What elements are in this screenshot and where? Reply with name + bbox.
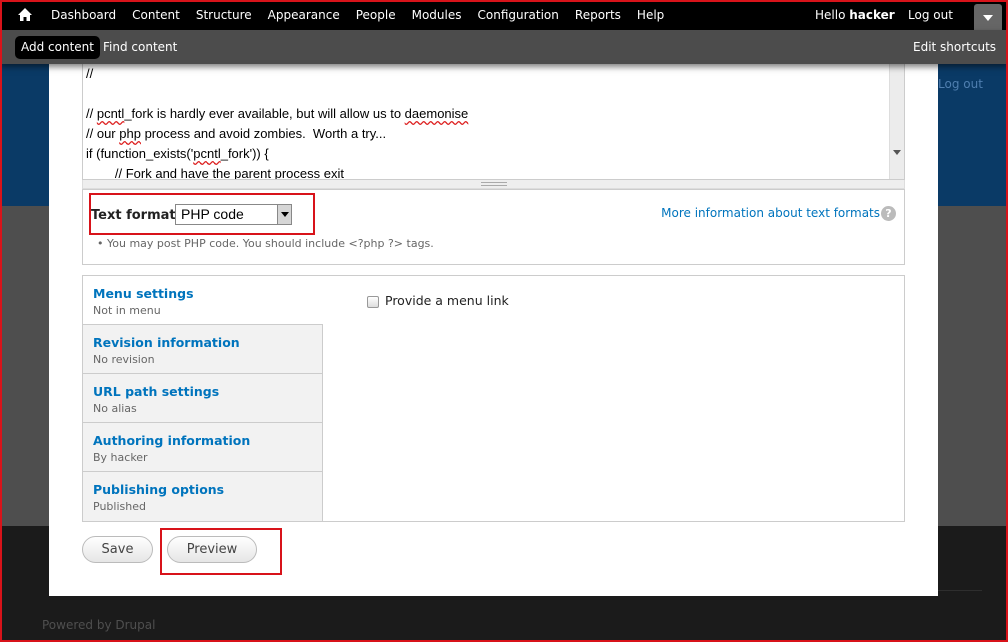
scroll-down-arrow-icon[interactable] — [893, 150, 901, 155]
save-button[interactable]: Save — [82, 536, 153, 563]
find-content-shortcut[interactable]: Find content — [103, 36, 177, 59]
home-icon[interactable] — [17, 7, 33, 23]
edit-shortcuts-link[interactable]: Edit shortcuts — [913, 36, 996, 59]
shortcuts-bar: Add content Find content Edit shortcuts — [0, 30, 1008, 64]
menu-item-reports[interactable]: Reports — [567, 0, 629, 30]
vtab-summary: Published — [93, 500, 146, 513]
menu-item-content[interactable]: Content — [124, 0, 188, 30]
grip-icon — [481, 182, 507, 186]
shortcuts-toggle-button[interactable] — [974, 4, 1002, 30]
vtab-url-path-settings[interactable]: URL path settings No alias — [83, 374, 323, 423]
vtab-summary: By hacker — [93, 451, 148, 464]
toolbar-menu: Dashboard Content Structure Appearance P… — [43, 0, 672, 30]
provide-menu-link-label[interactable]: Provide a menu link — [385, 293, 509, 308]
help-icon[interactable]: ? — [881, 206, 896, 221]
node-edit-overlay: // // pcntl_fork is hardly ever availabl… — [49, 64, 938, 596]
user-greeting: Hello hacker — [815, 0, 895, 30]
vtab-revision-information[interactable]: Revision information No revision — [83, 325, 323, 374]
username[interactable]: hacker — [849, 8, 894, 22]
powered-by-drupal: Powered by Drupal — [42, 618, 156, 632]
code-line: if (function_exists('pcntl_fork')) { — [86, 146, 269, 161]
code-content: // // pcntl_fork is hardly ever availabl… — [86, 64, 469, 180]
logout-link[interactable]: Log out — [908, 0, 953, 30]
menu-item-structure[interactable]: Structure — [188, 0, 260, 30]
text-format-highlight — [89, 193, 315, 235]
textarea-scrollbar[interactable] — [889, 64, 904, 179]
provide-menu-link-checkbox[interactable] — [367, 296, 379, 308]
greeting-prefix: Hello — [815, 8, 846, 22]
menu-item-modules[interactable]: Modules — [404, 0, 470, 30]
code-line: // — [86, 66, 94, 81]
vtab-title: Revision information — [93, 335, 240, 350]
chevron-down-icon — [983, 15, 993, 21]
admin-toolbar: Dashboard Content Structure Appearance P… — [0, 0, 1008, 30]
footer-divider — [938, 590, 982, 591]
more-info-text-formats-link[interactable]: More information about text formats — [661, 206, 880, 220]
vtab-menu-settings[interactable]: Menu settings Not in menu — [83, 276, 323, 325]
code-line: // pcntl_fork is hardly ever available, … — [86, 106, 469, 121]
code-line: // Fork and have the parent process exit — [86, 166, 344, 180]
vtab-publishing-options[interactable]: Publishing options Published — [83, 472, 323, 521]
vtab-title: URL path settings — [93, 384, 220, 399]
menu-item-help[interactable]: Help — [629, 0, 672, 30]
background-logout-link: Log out — [938, 77, 983, 91]
tip-text: You may post PHP code. You should includ… — [107, 237, 434, 250]
menu-item-people[interactable]: People — [348, 0, 404, 30]
preview-highlight — [160, 528, 282, 575]
add-content-shortcut[interactable]: Add content — [15, 36, 100, 59]
vtab-summary: No revision — [93, 353, 155, 366]
vtab-authoring-information[interactable]: Authoring information By hacker — [83, 423, 323, 472]
vtab-summary: Not in menu — [93, 304, 161, 317]
code-line: // our php process and avoid zombies. Wo… — [86, 126, 387, 141]
menu-item-appearance[interactable]: Appearance — [260, 0, 348, 30]
vtab-summary: No alias — [93, 402, 137, 415]
textarea-resize-handle[interactable] — [82, 180, 905, 189]
vertical-tabs: Menu settings Not in menu Revision infor… — [82, 275, 905, 522]
text-format-tip: • You may post PHP code. You should incl… — [97, 237, 434, 250]
vtab-title: Menu settings — [93, 286, 194, 301]
menu-item-configuration[interactable]: Configuration — [470, 0, 567, 30]
menu-item-dashboard[interactable]: Dashboard — [43, 0, 124, 30]
vtab-title: Authoring information — [93, 433, 251, 448]
vtab-title: Publishing options — [93, 482, 225, 497]
body-textarea[interactable]: // // pcntl_fork is hardly ever availabl… — [82, 64, 905, 180]
